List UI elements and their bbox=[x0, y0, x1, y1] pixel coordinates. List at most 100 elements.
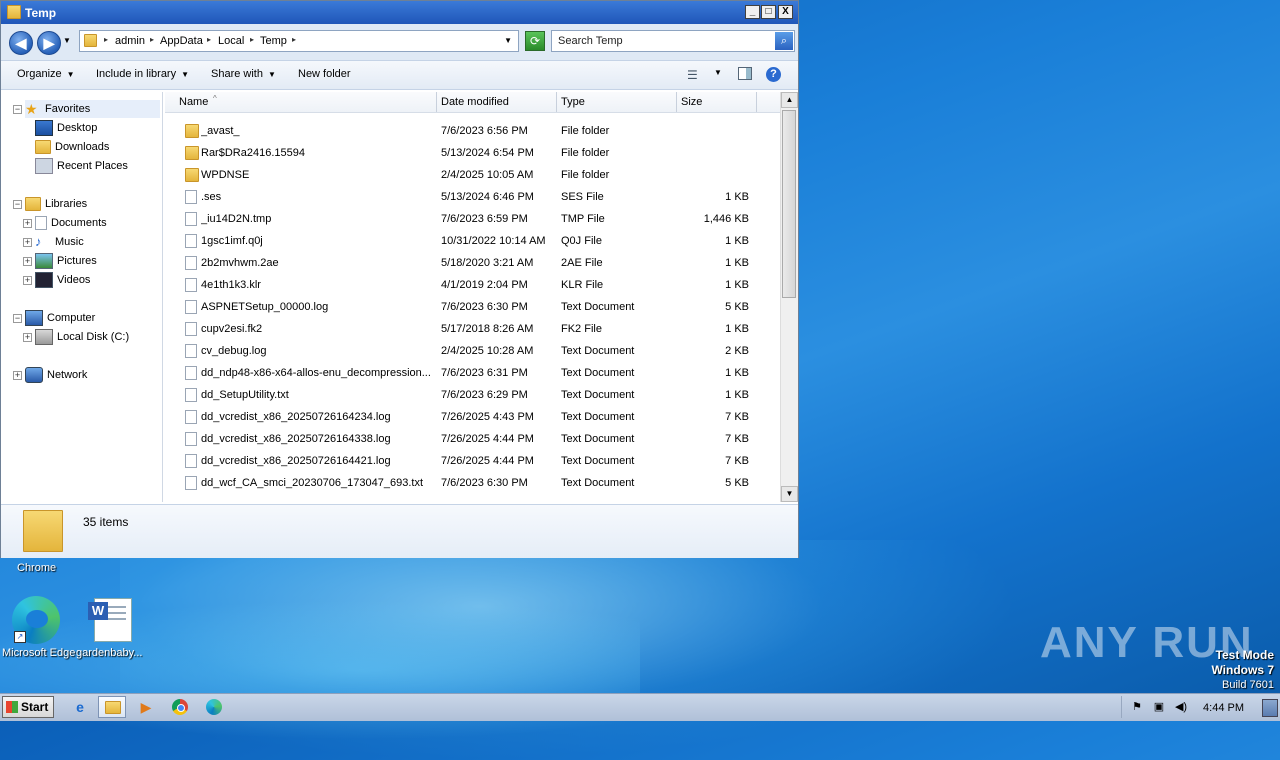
volume-icon[interactable]: ◀) bbox=[1174, 700, 1188, 714]
recent-pages-chevron-icon[interactable]: ▼ bbox=[63, 36, 71, 45]
file-icon bbox=[185, 256, 197, 270]
sidebar-item-videos[interactable]: Videos bbox=[35, 271, 90, 289]
sidebar-item-desktop[interactable]: Desktop bbox=[35, 119, 97, 137]
column-divider[interactable] bbox=[676, 92, 677, 112]
column-divider[interactable] bbox=[756, 92, 757, 112]
chrome-icon[interactable] bbox=[166, 696, 194, 718]
word-desktop-label[interactable]: gardenbaby... bbox=[76, 647, 142, 659]
breadcrumb-separator-icon[interactable]: ▸ bbox=[250, 35, 254, 44]
breadcrumb-separator-icon[interactable]: ▸ bbox=[150, 35, 154, 44]
sidebar-local-disk-label: Local Disk (C:) bbox=[57, 331, 130, 343]
table-row[interactable]: cupv2esi.fk2 5/17/2018 8:26 AM FK2 File 1 K… bbox=[165, 318, 780, 340]
internet-explorer-icon[interactable]: e bbox=[66, 696, 94, 718]
clock[interactable]: 4:44 PM bbox=[1203, 702, 1244, 714]
table-row[interactable]: Rar$DRa2416.15594 5/13/2024 6:54 PM File f… bbox=[165, 142, 780, 164]
sidebar-item-music[interactable]: ♪ Music bbox=[35, 233, 84, 251]
view-dropdown-icon[interactable]: ▼ bbox=[714, 68, 722, 77]
column-divider[interactable] bbox=[556, 92, 557, 112]
table-row[interactable]: dd_vcredist_x86_20250726164421.log 7/26/2… bbox=[165, 450, 780, 472]
file-size: 1 KB bbox=[725, 323, 749, 335]
flag-icon[interactable]: ⚑ bbox=[1130, 700, 1144, 714]
table-row[interactable]: cv_debug.log 2/4/2025 10:28 AM Text Docume… bbox=[165, 340, 780, 362]
expand-icon[interactable]: + bbox=[23, 238, 32, 247]
organize-button[interactable]: Organize ▼ bbox=[17, 68, 75, 80]
vertical-scrollbar[interactable]: ▲ ▼ bbox=[780, 92, 798, 502]
show-desktop-icon[interactable] bbox=[1262, 699, 1278, 717]
refresh-icon[interactable]: ⟳ bbox=[525, 31, 545, 51]
sidebar-item-computer[interactable]: Computer bbox=[25, 309, 95, 327]
media-player-icon[interactable]: ▶ bbox=[132, 696, 160, 718]
forward-button[interactable]: ▶ bbox=[37, 31, 61, 55]
sidebar-item-documents[interactable]: Documents bbox=[35, 214, 107, 232]
table-row[interactable]: _iu14D2N.tmp 7/6/2023 6:59 PM TMP File 1,44… bbox=[165, 208, 780, 230]
table-row[interactable]: dd_wcf_CA_smci_20230706_173047_693.txt 7/… bbox=[165, 472, 780, 494]
scroll-up-icon[interactable]: ▲ bbox=[781, 92, 798, 108]
expand-icon[interactable]: + bbox=[23, 276, 32, 285]
table-row[interactable]: ASPNETSetup_00000.log 7/6/2023 6:30 PM Tex… bbox=[165, 296, 780, 318]
table-row[interactable]: WPDNSE 2/4/2025 10:05 AM File folder bbox=[165, 164, 780, 186]
table-row[interactable]: 4e1th1k3.klr 4/1/2019 2:04 PM KLR File 1 KB bbox=[165, 274, 780, 296]
word-document-icon[interactable]: W bbox=[88, 598, 134, 644]
address-dropdown-icon[interactable]: ▼ bbox=[504, 36, 512, 45]
edge-taskbar-icon[interactable] bbox=[200, 696, 228, 718]
collapse-icon[interactable]: − bbox=[13, 105, 22, 114]
breadcrumb-separator-icon[interactable]: ▸ bbox=[104, 35, 108, 44]
share-with-button[interactable]: Share with ▼ bbox=[211, 68, 276, 80]
expand-icon[interactable]: + bbox=[23, 333, 32, 342]
column-name[interactable]: Name bbox=[179, 96, 208, 108]
preview-pane-icon[interactable] bbox=[738, 67, 752, 80]
breadcrumb-separator-icon[interactable]: ▸ bbox=[292, 35, 296, 44]
minimize-button[interactable]: _ bbox=[745, 5, 760, 19]
table-row[interactable]: dd_vcredist_x86_20250726164338.log 7/26/2… bbox=[165, 428, 780, 450]
table-row[interactable]: dd_SetupUtility.txt 7/6/2023 6:29 PM Text … bbox=[165, 384, 780, 406]
title-bar[interactable]: Temp _ □ X bbox=[1, 1, 798, 24]
table-row[interactable]: .ses 5/13/2024 6:46 PM SES File 1 KB bbox=[165, 186, 780, 208]
network-tray-icon[interactable]: ▣ bbox=[1152, 700, 1166, 714]
close-button[interactable]: X bbox=[778, 5, 793, 19]
include-in-library-button[interactable]: Include in library ▼ bbox=[96, 68, 189, 80]
table-row[interactable]: 1gsc1imf.q0j 10/31/2022 10:14 AM Q0J File 1… bbox=[165, 230, 780, 252]
column-size[interactable]: Size bbox=[681, 96, 702, 108]
column-divider[interactable] bbox=[436, 92, 437, 112]
table-row[interactable]: dd_ndp48-x86-x64-allos-enu_decompression… bbox=[165, 362, 780, 384]
sidebar-item-downloads[interactable]: Downloads bbox=[35, 138, 109, 156]
breadcrumb-local[interactable]: Local bbox=[218, 35, 244, 47]
column-type[interactable]: Type bbox=[561, 96, 585, 108]
view-options-icon[interactable]: ☰ bbox=[687, 68, 698, 82]
sidebar-item-libraries[interactable]: Libraries bbox=[25, 195, 87, 213]
sidebar-desktop-label: Desktop bbox=[57, 122, 98, 134]
chrome-desktop-label[interactable]: Chrome bbox=[17, 562, 56, 574]
sidebar-item-network[interactable]: Network bbox=[25, 366, 87, 384]
breadcrumb-appdata[interactable]: AppData bbox=[160, 35, 203, 47]
sidebar-item-recent-places[interactable]: Recent Places bbox=[35, 157, 128, 175]
address-bar[interactable]: ▸ admin ▸ AppData ▸ Local ▸ Temp ▸ ▼ bbox=[79, 30, 519, 52]
expand-icon[interactable]: + bbox=[13, 371, 22, 380]
column-date-modified[interactable]: Date modified bbox=[441, 96, 509, 108]
table-row[interactable]: 2b2mvhwm.2ae 5/18/2020 3:21 AM 2AE File 1 K… bbox=[165, 252, 780, 274]
table-row[interactable]: _avast_ 7/6/2023 6:56 PM File folder bbox=[165, 120, 780, 142]
maximize-button[interactable]: □ bbox=[761, 5, 776, 19]
new-folder-button[interactable]: New folder bbox=[298, 68, 351, 80]
collapse-icon[interactable]: − bbox=[13, 200, 22, 209]
explorer-taskbar-button[interactable] bbox=[98, 696, 126, 718]
file-type: 2AE File bbox=[561, 257, 603, 269]
table-row[interactable]: dd_vcredist_x86_20250726164234.log 7/26/2… bbox=[165, 406, 780, 428]
sidebar-item-pictures[interactable]: Pictures bbox=[35, 252, 97, 270]
collapse-icon[interactable]: − bbox=[13, 314, 22, 323]
breadcrumb-separator-icon[interactable]: ▸ bbox=[207, 35, 211, 44]
help-icon[interactable]: ? bbox=[766, 67, 781, 82]
breadcrumb-admin[interactable]: admin bbox=[115, 35, 145, 47]
breadcrumb-temp[interactable]: Temp bbox=[260, 35, 287, 47]
back-button[interactable]: ◀ bbox=[9, 31, 33, 55]
search-input[interactable]: Search Temp ⌕ bbox=[551, 30, 795, 52]
start-button[interactable]: Start bbox=[2, 696, 54, 718]
edge-desktop-label[interactable]: Microsoft Edge bbox=[2, 647, 75, 659]
scroll-thumb[interactable] bbox=[782, 110, 796, 298]
file-icon bbox=[185, 344, 197, 358]
expand-icon[interactable]: + bbox=[23, 219, 32, 228]
sidebar-item-local-disk[interactable]: Local Disk (C:) bbox=[35, 328, 129, 346]
sidebar-item-favorites[interactable]: ★ Favorites bbox=[25, 100, 160, 118]
scroll-down-icon[interactable]: ▼ bbox=[781, 486, 798, 502]
search-icon[interactable]: ⌕ bbox=[775, 32, 793, 50]
expand-icon[interactable]: + bbox=[23, 257, 32, 266]
